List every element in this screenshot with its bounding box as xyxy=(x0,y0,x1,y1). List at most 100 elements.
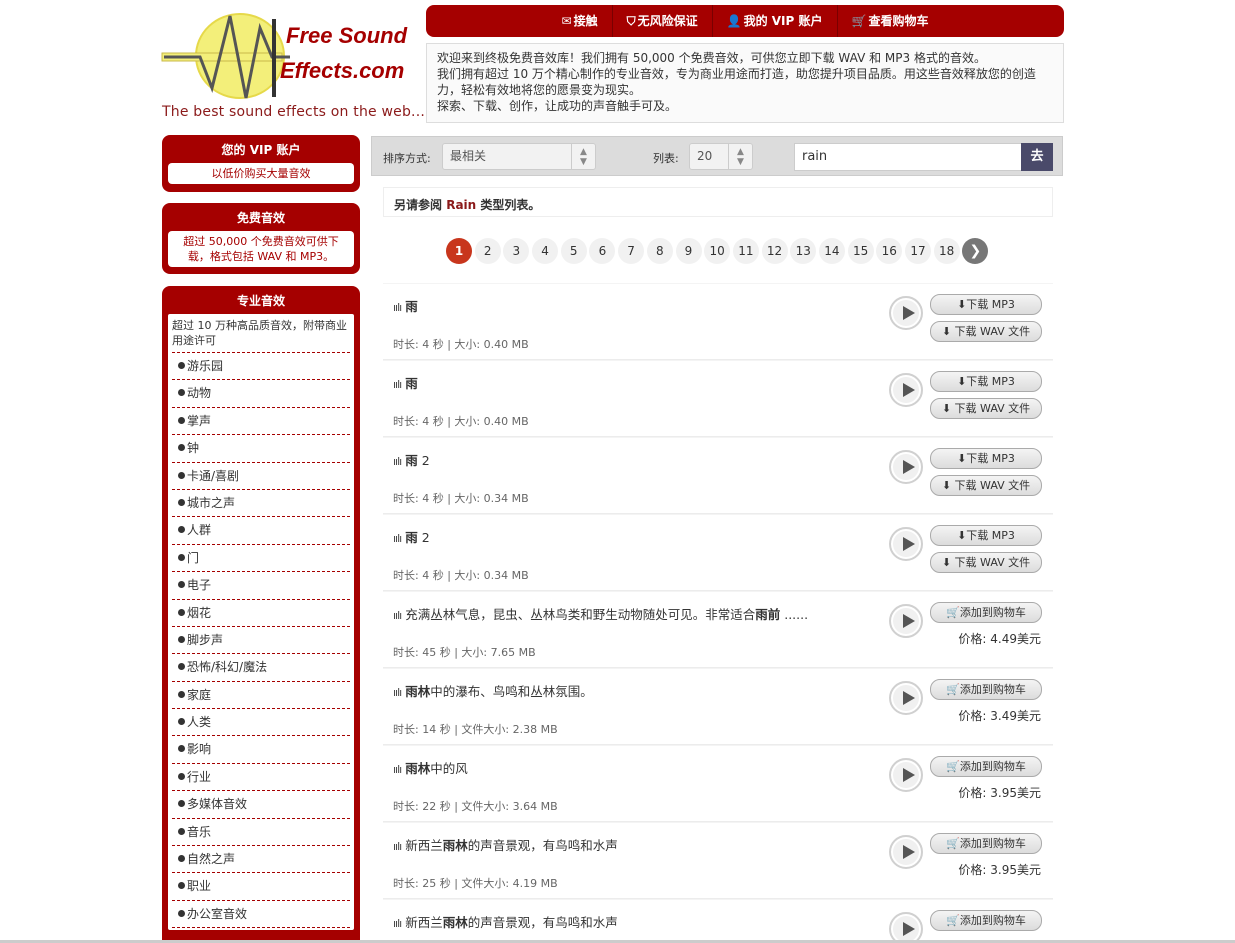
page-link[interactable]: 14 xyxy=(818,238,845,264)
category-item[interactable]: 办公室音效 xyxy=(172,901,350,929)
download-wav-button[interactable]: ⬇ 下载 WAV 文件 xyxy=(930,321,1042,342)
category-label: 影响 xyxy=(187,742,212,757)
sidebar-free-text[interactable]: 超过 50,000 个免费音效可供下载，格式包括 WAV 和 MP3。 xyxy=(168,231,354,267)
sidebar-free-box[interactable]: 免费音效 超过 50,000 个免费音效可供下载，格式包括 WAV 和 MP3。 xyxy=(162,203,360,274)
sound-meta: 时长: 22 秒 | 文件大小: 3.64 MB xyxy=(393,800,558,813)
download-mp3-button[interactable]: ⬇下载 MP3 xyxy=(930,525,1042,546)
download-wav-button[interactable]: ⬇ 下载 WAV 文件 xyxy=(930,552,1042,573)
category-item[interactable]: 自然之声 xyxy=(172,846,350,874)
nav-vip-account[interactable]: 👤 我的 VIP 账户 xyxy=(713,5,838,37)
category-item[interactable]: 城市之声 xyxy=(172,490,350,518)
waveform-icon: ıılı xyxy=(393,455,402,468)
sound-title[interactable]: ıılı 雨 2 xyxy=(393,527,430,546)
category-item[interactable]: 恐怖/科幻/魔法 xyxy=(172,654,350,682)
category-item[interactable]: 家庭 xyxy=(172,682,350,710)
page-link[interactable]: 9 xyxy=(675,238,702,264)
site-logo[interactable]: Free Sound Effects.com The best sound ef… xyxy=(160,8,425,124)
sound-title[interactable]: ıılı 雨 xyxy=(393,373,418,392)
sound-title[interactable]: ıılı 充满丛林气息，昆虫、丛林鸟类和野生动物随处可见。非常适合雨前 .....… xyxy=(393,604,808,623)
category-item[interactable]: 电子 xyxy=(172,572,350,600)
add-to-cart-button[interactable]: 🛒添加到购物车 xyxy=(930,910,1042,931)
page-link[interactable]: 13 xyxy=(790,238,817,264)
play-button[interactable] xyxy=(889,450,923,484)
category-item[interactable]: 人群 xyxy=(172,517,350,545)
waveform-icon: ıılı xyxy=(393,763,402,776)
sound-title[interactable]: ıılı 新西兰雨林的声音景观，有鸟鸣和水声 xyxy=(393,835,618,854)
page-link[interactable]: 4 xyxy=(532,238,559,264)
category-item[interactable]: 脚步声 xyxy=(172,627,350,655)
page-link[interactable]: 2 xyxy=(474,238,501,264)
nav-guarantee[interactable]: ⛉ 无风险保证 xyxy=(613,5,713,37)
category-item[interactable]: 人类 xyxy=(172,709,350,737)
play-button[interactable] xyxy=(889,912,923,943)
category-label: 职业 xyxy=(187,879,212,894)
add-to-cart-button[interactable]: 🛒添加到购物车 xyxy=(930,602,1042,623)
page-link[interactable]: 18 xyxy=(933,238,960,264)
sort-select-value: 最相关 xyxy=(450,149,487,163)
category-label: 城市之声 xyxy=(187,495,236,510)
page-link[interactable]: 3 xyxy=(503,238,530,264)
play-button[interactable] xyxy=(889,296,923,330)
sound-title[interactable]: ıılı 雨林中的瀑布、鸟鸣和丛林氛围。 xyxy=(393,681,593,700)
list-count-select[interactable]: 20 ▲ ▼ xyxy=(689,143,753,170)
page-link[interactable]: 5 xyxy=(560,238,587,264)
category-item[interactable]: 动物 xyxy=(172,380,350,408)
play-button[interactable] xyxy=(889,527,923,561)
sidebar-vip-box[interactable]: 您的 VIP 账户 以低价购买大量音效 xyxy=(162,135,360,192)
category-item[interactable]: 烟花 xyxy=(172,600,350,627)
download-mp3-button[interactable]: ⬇下载 MP3 xyxy=(930,294,1042,315)
sound-meta: 时长: 45 秒 | 大小: 7.65 MB xyxy=(393,646,536,659)
category-item[interactable]: 游乐园 xyxy=(172,353,350,381)
page-link[interactable]: 1 xyxy=(446,238,472,264)
next-page-icon[interactable]: ❯ xyxy=(962,238,989,264)
download-wav-button[interactable]: ⬇ 下载 WAV 文件 xyxy=(930,475,1042,496)
bullet-icon xyxy=(178,690,185,698)
sidebar-pro-title: 专业音效 xyxy=(236,294,285,308)
category-label: 动物 xyxy=(187,386,212,401)
sound-title[interactable]: ıılı 雨 2 xyxy=(393,450,430,469)
category-item[interactable]: 钟 xyxy=(172,435,350,463)
page-link[interactable]: 8 xyxy=(646,238,673,264)
sort-select[interactable]: 最相关 ▲ ▼ xyxy=(442,143,596,170)
intro-line-1: 欢迎来到终极免费音效库！我们拥有 50,000 个免费音效，可供您立即下载 WA… xyxy=(437,51,986,65)
sound-title[interactable]: ıılı 雨 xyxy=(393,296,418,315)
see-also-link[interactable]: Rain xyxy=(446,198,476,212)
download-wav-button[interactable]: ⬇ 下载 WAV 文件 xyxy=(930,398,1042,419)
sound-title[interactable]: ıılı 雨林中的风 xyxy=(393,758,468,777)
category-item[interactable]: 门 xyxy=(172,545,350,573)
download-mp3-button[interactable]: ⬇下载 MP3 xyxy=(930,448,1042,469)
play-button[interactable] xyxy=(889,681,923,715)
nav-contact[interactable]: ✉ 接触 xyxy=(548,5,613,37)
logo-line2: Effects.com xyxy=(280,58,404,83)
page-link[interactable]: 10 xyxy=(704,238,731,264)
category-item[interactable]: 多媒体音效 xyxy=(172,791,350,819)
page-link[interactable]: 16 xyxy=(876,238,903,264)
play-button[interactable] xyxy=(889,835,923,869)
play-button[interactable] xyxy=(889,373,923,407)
search-button[interactable]: 去 xyxy=(1021,143,1053,171)
results-list: ıılı 雨时长: 4 秒 | 大小: 0.40 MB ⬇下载 MP3 ⬇ 下载 WA… xyxy=(383,283,1053,943)
category-item[interactable]: 音乐 xyxy=(172,819,350,847)
page-link[interactable]: 11 xyxy=(732,238,759,264)
search-input[interactable]: rain xyxy=(794,143,1022,171)
nav-cart[interactable]: 🛒 查看购物车 xyxy=(838,5,943,37)
play-button[interactable] xyxy=(889,758,923,792)
page-link[interactable]: 7 xyxy=(618,238,645,264)
sound-title[interactable]: ıılı 新西兰雨林的声音景观，有鸟鸣和水声 xyxy=(393,912,618,931)
category-item[interactable]: 行业 xyxy=(172,764,350,792)
envelope-icon: ✉ xyxy=(561,14,572,28)
page-link[interactable]: 15 xyxy=(847,238,874,264)
page-link[interactable]: 17 xyxy=(905,238,931,264)
page-link[interactable]: 12 xyxy=(761,238,788,264)
play-button[interactable] xyxy=(889,604,923,638)
category-item[interactable]: 影响 xyxy=(172,736,350,764)
category-item[interactable]: 职业 xyxy=(172,873,350,901)
page-link[interactable]: 6 xyxy=(589,238,616,264)
category-item[interactable]: 掌声 xyxy=(172,408,350,436)
add-to-cart-button[interactable]: 🛒添加到购物车 xyxy=(930,833,1042,854)
download-mp3-button[interactable]: ⬇下载 MP3 xyxy=(930,371,1042,392)
add-to-cart-button[interactable]: 🛒添加到购物车 xyxy=(930,679,1042,700)
sidebar-vip-text[interactable]: 以低价购买大量音效 xyxy=(168,163,354,184)
add-to-cart-button[interactable]: 🛒添加到购物车 xyxy=(930,756,1042,777)
category-item[interactable]: 卡通/喜剧 xyxy=(172,463,350,490)
